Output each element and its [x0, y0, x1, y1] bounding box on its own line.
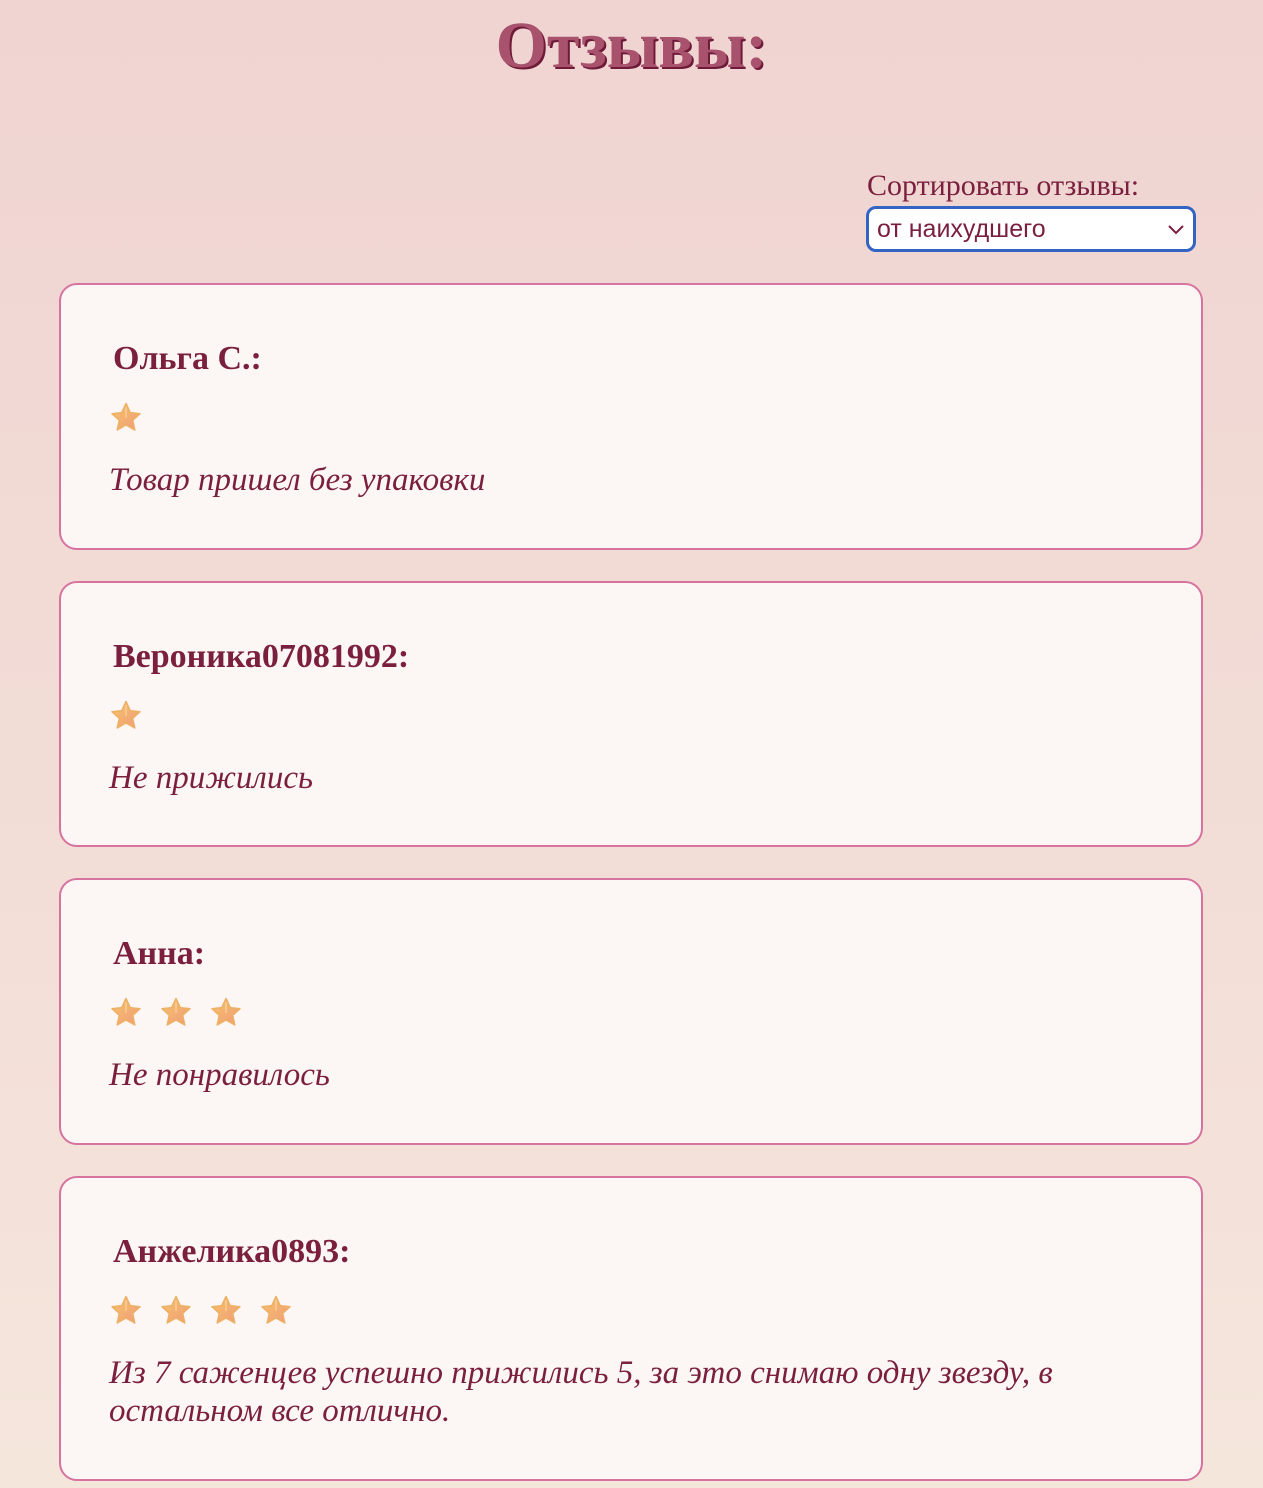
star-rating: [109, 401, 1151, 435]
star-icon: [159, 996, 193, 1030]
star-icon: [159, 1294, 193, 1328]
review-text: Не прижились: [109, 760, 313, 796]
page-title: Отзывы:: [495, 9, 768, 82]
review-author: Анжелика0893:: [113, 1233, 351, 1270]
star-rating: [109, 996, 1151, 1030]
review-card: Вероника07081992: Не прижились: [59, 581, 1203, 847]
review-card: Анжелика0893: Из 7 саженцев успешно приж…: [59, 1176, 1203, 1481]
star-icon: [209, 1294, 243, 1328]
star-icon: [109, 699, 143, 733]
chevron-down-icon: [1167, 220, 1185, 238]
sort-label: Сортировать отзывы:: [867, 169, 1140, 202]
review-text: Товар пришел без упаковки: [109, 462, 486, 498]
star-icon: [259, 1294, 293, 1328]
star-icon: [109, 1294, 143, 1328]
star-icon: [109, 401, 143, 435]
reviews-list: Ольга С.: Товар пришел без упаковки Веро…: [59, 283, 1203, 1481]
review-text: Не понравилось: [109, 1057, 330, 1093]
review-author: Анна:: [113, 935, 206, 972]
star-rating: [109, 699, 1151, 733]
review-card: Ольга С.: Товар пришел без упаковки: [59, 283, 1203, 550]
star-icon: [109, 996, 143, 1030]
sort-selected-value: от наихудшего: [877, 214, 1046, 243]
star-rating: [109, 1294, 1151, 1328]
sort-control: Сортировать отзывы: от наихудшего: [866, 168, 1198, 252]
review-author: Ольга С.:: [113, 340, 262, 377]
review-card: Анна: Не понравилось: [59, 878, 1203, 1145]
review-text: Из 7 саженцев успешно прижились 5, за эт…: [109, 1355, 1053, 1429]
sort-select[interactable]: от наихудшего: [866, 206, 1196, 252]
review-author: Вероника07081992:: [113, 638, 410, 675]
star-icon: [209, 996, 243, 1030]
